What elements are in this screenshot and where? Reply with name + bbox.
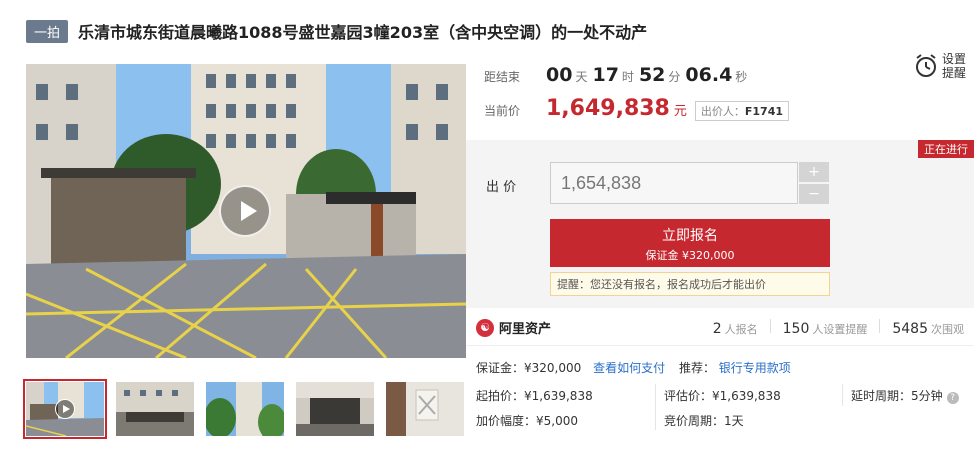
increase-bid-button[interactable]: + [799,162,829,182]
countdown-hours: 17 [592,64,619,86]
page-title: 乐清市城东街道晨曦路1088号盛世嘉园3幢203室（含中央空调）的一处不动产 [78,23,648,42]
current-price-row: 当前价 1,649,838 元 出价人：F1741 [484,96,790,121]
thumbnail-strip [23,379,464,439]
thumbnail-image [386,382,464,436]
bid-panel: 正在进行 出 价 + − 立即报名 保证金 ¥320,000 提醒：您还没有报名… [466,140,974,308]
signup-button[interactable]: 立即报名 保证金 ¥320,000 [550,219,830,267]
bid-label: 出 价 [486,180,517,195]
bidder-id: F1741 [744,105,784,118]
signup-notice: 提醒：您还没有报名，报名成功后才能出价 [550,272,830,296]
main-property-video[interactable] [26,64,466,358]
bid-increment: 加价幅度：¥5,000 [476,414,578,428]
delay-period: 延时周期：5分钟? [851,387,959,404]
divider [769,319,771,333]
platform-logo: ☯ 阿里资产 [476,318,551,337]
start-price: 起拍价：¥1,639,838 [476,389,593,403]
platform-name: 阿里资产 [499,322,552,337]
current-price-label: 当前价 [484,104,521,118]
view-count-label: 次围观 [931,323,964,336]
current-price-unit: 元 [673,104,687,119]
set-reminder-label: 设置提醒 [942,52,967,80]
signup-deposit-text: 保证金 ¥320,000 [645,249,735,262]
current-price-value: 1,649,838 [546,96,670,121]
signup-count-label: 人报名 [724,323,758,336]
how-to-pay-link[interactable]: 查看如何支付 [593,361,665,375]
alarm-clock-icon [916,54,936,77]
countdown-minutes-unit: 分 [668,70,681,84]
decrease-bid-button[interactable]: − [799,184,829,204]
bid-amount-input[interactable] [550,162,798,204]
delay-period-text: 延时周期：5分钟 [851,389,943,403]
auction-round-badge: 一拍 [26,19,69,43]
set-reminder-button[interactable]: 设置提醒 [914,52,968,80]
countdown-seconds: 06.4 [685,64,733,86]
divider [842,384,843,406]
help-icon[interactable]: ? [946,392,959,404]
recommend-label: 推荐： [678,361,715,375]
reminder-count-label: 人设置提醒 [812,323,868,336]
bid-stepper: + − [799,162,829,206]
countdown-label: 距结束 [484,70,521,84]
countdown-days-unit: 天 [575,70,588,84]
thumbnail-image [296,382,374,436]
appraisal-price: 评估价：¥1,639,838 [664,389,781,403]
reminder-count: 150 [782,321,810,337]
deposit-text: 保证金：¥320,000 [476,361,582,375]
thumbnail-image-3[interactable] [206,382,284,436]
thumbnail-image [206,382,284,436]
bid-cycle: 竞价周期：1天 [664,414,744,428]
thumbnail-video[interactable] [23,379,107,439]
play-icon[interactable] [219,185,271,237]
title-bar: 一拍 乐清市城东街道晨曦路1088号盛世嘉园3幢203室（含中央空调）的一处不动… [26,18,647,44]
countdown-days: 00 [546,64,573,86]
deposit-info: 保证金：¥320,000 查看如何支付 推荐： 银行专用款项 [476,359,791,376]
thumbnail-image-2[interactable] [116,382,194,436]
auction-stats: 2 人报名 150 人设置提醒 5485 次围观 [713,318,964,337]
countdown-minutes: 52 [638,64,666,86]
bank-payment-link[interactable]: 银行专用款项 [719,361,791,375]
stats-bar: ☯ 阿里资产 2 人报名 150 人设置提醒 5485 次围观 [466,310,974,346]
divider [655,384,656,430]
countdown-row: 距结束 00 天 17 时 52 分 06.4 秒 [484,64,752,86]
countdown-seconds-unit: 秒 [735,70,748,84]
view-count: 5485 [892,321,928,337]
current-bidder: 出价人：F1741 [694,101,790,121]
countdown-hours-unit: 时 [621,70,634,84]
signup-count: 2 [712,321,722,337]
play-icon [55,399,75,419]
signup-button-label: 立即报名 [662,228,718,244]
thumbnail-image [116,382,194,436]
bidder-label: 出价人： [700,105,745,118]
thumbnail-image-5[interactable] [386,382,464,436]
divider [879,319,881,333]
status-badge: 正在进行 [918,140,974,158]
ali-logo-icon: ☯ [476,318,494,337]
thumbnail-image-4[interactable] [296,382,374,436]
